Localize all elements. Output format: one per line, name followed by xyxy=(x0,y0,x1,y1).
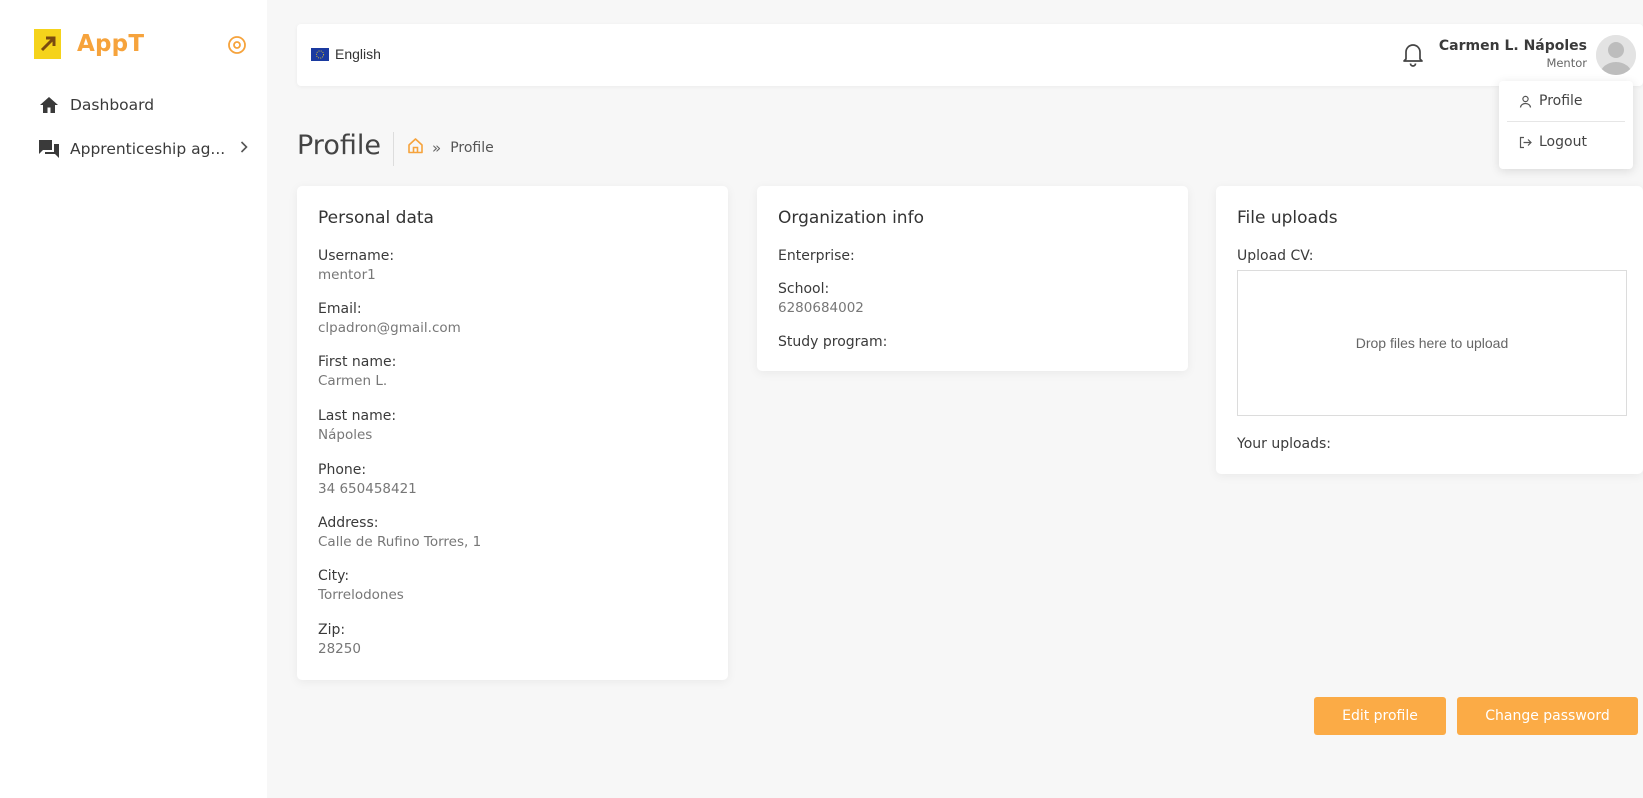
user-name: Carmen L. Nápoles xyxy=(1438,38,1587,54)
card-title: File uploads xyxy=(1237,208,1338,228)
field-first-name: First name: Carmen L. xyxy=(318,354,396,389)
sidebar-item-apprenticeship[interactable]: Apprenticeship ag... xyxy=(38,136,248,162)
field-label: Username: xyxy=(318,248,395,264)
app-logo-icon xyxy=(34,29,61,59)
user-icon xyxy=(1519,95,1532,108)
field-label: School: xyxy=(778,281,830,297)
sidebar-nav: Dashboard Apprenticeship ag... xyxy=(38,92,248,180)
file-uploads-card: File uploads Upload CV: Drop files here … xyxy=(1216,186,1643,474)
dropzone-text: Drop files here to upload xyxy=(1355,335,1509,351)
field-study-program: Study program: xyxy=(778,334,887,353)
field-username: Username: mentor1 xyxy=(318,248,394,283)
field-school: School: 6280684002 xyxy=(778,281,864,316)
user-role: Mentor xyxy=(1546,56,1587,70)
your-uploads-wrap: Your uploads: xyxy=(1237,436,1331,452)
upload-cv-label-wrap: Upload CV: xyxy=(1237,248,1313,264)
language-label: English xyxy=(335,46,381,62)
chat-icon xyxy=(38,138,60,160)
field-value: clpadron@gmail.com xyxy=(318,320,461,336)
user-info[interactable]: Carmen L. Nápoles Mentor xyxy=(1439,38,1587,70)
your-uploads-label: Your uploads: xyxy=(1237,436,1332,452)
top-bar: English Carmen L. Nápoles Mentor xyxy=(297,24,1643,86)
logout-icon xyxy=(1519,136,1532,148)
change-password-button[interactable]: Change password xyxy=(1457,697,1638,735)
field-label: First name: xyxy=(318,354,397,370)
sidebar: AppT Dashboard Apprenticeship ag... xyxy=(0,0,267,798)
eu-flag-icon xyxy=(311,47,329,61)
menu-item-label: Logout xyxy=(1539,134,1587,150)
field-label: Address: xyxy=(318,515,379,531)
breadcrumb-separator-icon: » xyxy=(432,138,442,157)
menu-item-profile[interactable]: Profile xyxy=(1499,81,1633,121)
field-address: Address: Calle de Rufino Torres, 1 xyxy=(318,515,481,550)
organization-info-card: Organization info Enterprise: School: 62… xyxy=(757,186,1188,371)
breadcrumb: » Profile xyxy=(407,137,494,158)
brand[interactable]: AppT xyxy=(34,28,144,60)
field-value: Torrelodones xyxy=(318,587,404,603)
menu-item-logout[interactable]: Logout xyxy=(1499,122,1633,162)
sidebar-item-label: Apprenticeship ag... xyxy=(70,140,226,158)
field-value: Nápoles xyxy=(318,427,373,443)
divider xyxy=(393,132,394,166)
avatar[interactable] xyxy=(1596,35,1636,75)
language-selector[interactable]: English xyxy=(311,46,381,62)
field-value: 28250 xyxy=(318,641,361,657)
field-value: Carmen L. xyxy=(318,373,388,389)
chevron-right-icon xyxy=(240,141,248,157)
edit-profile-button[interactable]: Edit profile xyxy=(1314,697,1446,735)
field-value: mentor1 xyxy=(318,267,376,283)
field-enterprise: Enterprise: xyxy=(778,248,855,267)
field-label: Zip: xyxy=(318,622,346,638)
field-value: Calle de Rufino Torres, 1 xyxy=(318,534,482,550)
field-label: City: xyxy=(318,568,350,584)
field-last-name: Last name: Nápoles xyxy=(318,408,396,443)
sidebar-item-dashboard[interactable]: Dashboard xyxy=(38,92,248,118)
user-dropdown-menu: Profile Logout xyxy=(1499,81,1633,169)
card-title: Organization info xyxy=(778,208,924,228)
field-city: City: Torrelodones xyxy=(318,568,404,603)
page-title: Profile xyxy=(297,130,381,161)
app-name: AppT xyxy=(77,31,145,57)
field-label: Last name: xyxy=(318,408,397,424)
upload-cv-label: Upload CV: xyxy=(1237,248,1314,264)
personal-data-card: Personal data Username: mentor1 Email: c… xyxy=(297,186,728,680)
field-label: Enterprise: xyxy=(778,248,855,264)
breadcrumb-current: Profile xyxy=(450,139,494,156)
field-zip: Zip: 28250 xyxy=(318,622,361,657)
card-title: Personal data xyxy=(318,208,434,228)
field-value: 6280684002 xyxy=(778,300,864,316)
sidebar-item-label: Dashboard xyxy=(70,96,155,114)
file-dropzone[interactable]: Drop files here to upload xyxy=(1237,270,1627,416)
field-phone: Phone: 34 650458421 xyxy=(318,462,417,497)
notification-bell-icon[interactable] xyxy=(1401,41,1425,67)
field-label: Study program: xyxy=(778,334,888,350)
sidebar-toggle-icon[interactable] xyxy=(227,35,247,55)
field-email: Email: clpadron@gmail.com xyxy=(318,301,461,336)
home-icon xyxy=(38,94,60,116)
menu-item-label: Profile xyxy=(1539,93,1583,109)
field-label: Email: xyxy=(318,301,362,317)
home-icon[interactable] xyxy=(407,137,424,158)
field-value: 34 650458421 xyxy=(318,481,417,497)
field-label: Phone: xyxy=(318,462,367,478)
